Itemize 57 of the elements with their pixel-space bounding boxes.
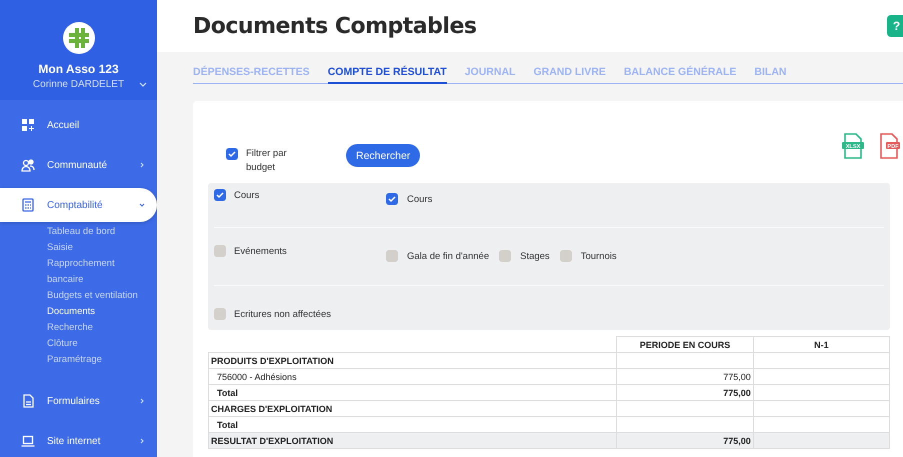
table-cell: RESULTAT D'EXPLOITATION (208, 432, 617, 448)
tab[interactable]: JOURNAL (464, 66, 516, 84)
checkbox-label: Tournois (580, 250, 617, 263)
submenu-item[interactable]: Saisie (47, 240, 157, 256)
grid-icon (21, 118, 35, 132)
nav-item[interactable]: Comptabilité (0, 188, 157, 222)
submenu-item[interactable]: Tableau de bord (47, 224, 157, 240)
checkbox[interactable] (386, 193, 398, 205)
checkbox[interactable] (560, 250, 572, 262)
user-name: Corinne DARDELET (32, 79, 124, 90)
submenu-item[interactable]: Rapprochement bancaire (47, 256, 157, 288)
table-cell: 775,00 (616, 432, 754, 448)
table-cell: Total (208, 384, 617, 400)
checkbox-label: Cours (234, 189, 260, 202)
submenu-item[interactable]: Clôture (47, 336, 157, 352)
submenu-item[interactable]: Budgets et ventilation (47, 288, 157, 304)
tab[interactable]: GRAND LIVRE (533, 66, 606, 84)
table-cell: CHARGES D'EXPLOITATION (208, 400, 617, 416)
checkbox-label: Filtrer par budget (246, 147, 288, 175)
checkbox[interactable] (226, 148, 238, 160)
logo-icon (62, 22, 94, 54)
people-icon (21, 158, 35, 172)
checkbox[interactable] (386, 250, 398, 262)
table-cell: 775,00 (616, 368, 754, 384)
tab[interactable]: BILAN (754, 66, 786, 84)
submenu-item[interactable]: Paramétrage (47, 352, 157, 368)
table-cell: 775,00 (616, 384, 754, 400)
checkbox-label: Ecritures non affectées (234, 308, 331, 321)
checkbox-label: Cours (407, 193, 432, 206)
organization-name: Mon Asso 123 (38, 62, 119, 76)
page-title: Documents Comptables (193, 14, 476, 38)
nav-item[interactable]: Formulaires (0, 384, 157, 418)
column-header: PERIODE EN COURS (616, 336, 754, 352)
checkbox[interactable] (214, 245, 226, 257)
nav-item[interactable]: Communauté (0, 148, 157, 182)
table-cell: 756000 - Adhésions (208, 368, 617, 384)
tab[interactable]: COMPTE DE RÉSULTAT (328, 66, 447, 84)
tab[interactable]: DÉPENSES-RECETTES (193, 66, 310, 84)
laptop-icon (21, 434, 35, 448)
checkbox-label: Gala de fin d'année (407, 250, 490, 263)
table-cell: PRODUITS D'EXPLOITATION (208, 352, 617, 368)
calculator-icon (21, 198, 35, 212)
help-button[interactable]: ? (887, 15, 903, 37)
tab[interactable]: BALANCE GÉNÉRALE (624, 66, 736, 84)
document-icon (21, 394, 35, 408)
search-button[interactable]: Rechercher (346, 144, 420, 167)
nav-item[interactable]: Accueil (0, 108, 157, 142)
checkbox[interactable] (214, 189, 226, 201)
checkbox[interactable] (499, 250, 512, 262)
submenu-item[interactable]: Documents (47, 304, 157, 320)
nav-item[interactable]: Site internet (0, 424, 157, 457)
chevron-down-icon[interactable] (139, 82, 147, 88)
checkbox-label: Evénements (234, 245, 287, 258)
checkbox-label: Stages (520, 250, 550, 263)
column-header: N-1 (753, 336, 890, 352)
submenu-item[interactable]: Recherche (47, 320, 157, 336)
checkbox[interactable] (214, 308, 226, 320)
